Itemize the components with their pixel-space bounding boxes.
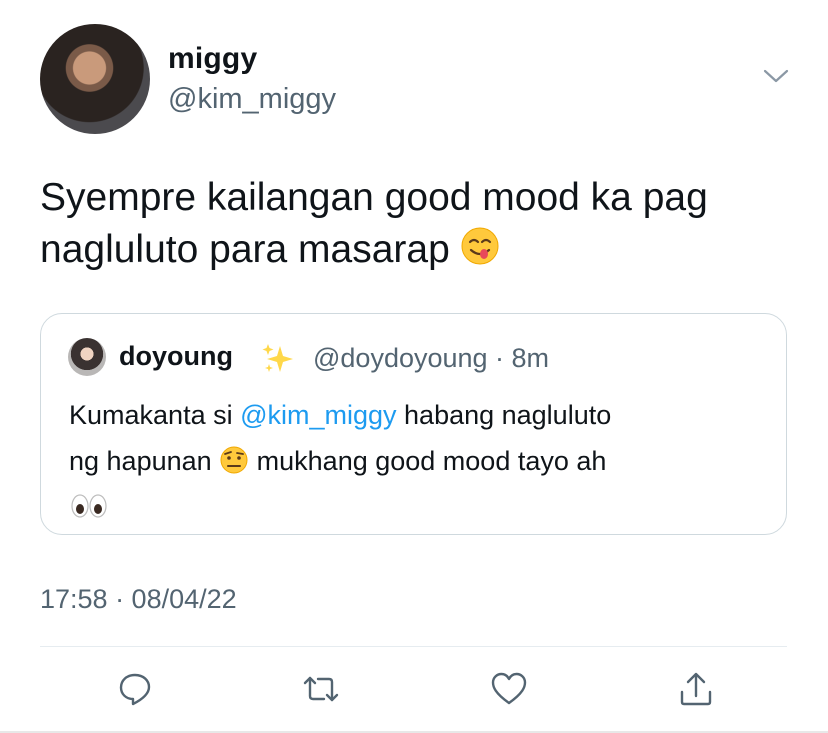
chevron-down-icon[interactable] [762, 66, 790, 86]
reply-icon[interactable] [116, 670, 154, 708]
raised-eyebrow-emoji-icon [220, 446, 248, 474]
mention-link[interactable]: @kim_miggy [240, 400, 396, 430]
yum-face-emoji-icon [461, 227, 499, 265]
tweet-text-line2: nagluluto para masarap [40, 228, 450, 271]
quoted-tweet-text: Kumakanta si @kim_miggy habang nagluluto… [69, 392, 769, 530]
heart-icon[interactable] [490, 670, 528, 708]
quoted-text-part1: Kumakanta si [69, 400, 241, 430]
retweet-icon[interactable] [302, 670, 340, 708]
author-handle[interactable]: @kim_miggy [168, 83, 336, 116]
quoted-text-part2: habang nagluluto [396, 400, 612, 430]
action-divider [40, 646, 787, 647]
quoted-author-avatar[interactable] [68, 338, 106, 376]
tweet-text: Syempre kailangan good mood ka pag naglu… [40, 172, 800, 276]
quoted-author-name[interactable]: doyoung [119, 341, 233, 372]
quoted-text-part3: ng hapunan [69, 446, 220, 476]
share-icon[interactable] [677, 670, 715, 708]
author-display-name[interactable]: miggy [168, 42, 257, 76]
tweet-timestamp[interactable]: 17:58 · 08/04/22 [40, 584, 237, 615]
sparkles-emoji-icon [262, 344, 293, 372]
quoted-text-part4: mukhang good mood tayo ah [249, 446, 607, 476]
quoted-tweet-card[interactable]: doyoung @doydoyoung · 8m Kumakanta si @k… [40, 313, 787, 535]
quoted-handle-time: @doydoyoung · 8m [313, 343, 550, 373]
tweet-text-line1: Syempre kailangan good mood ka pag [40, 176, 708, 219]
author-avatar[interactable] [40, 24, 150, 134]
eyes-emoji-icon [71, 494, 107, 518]
